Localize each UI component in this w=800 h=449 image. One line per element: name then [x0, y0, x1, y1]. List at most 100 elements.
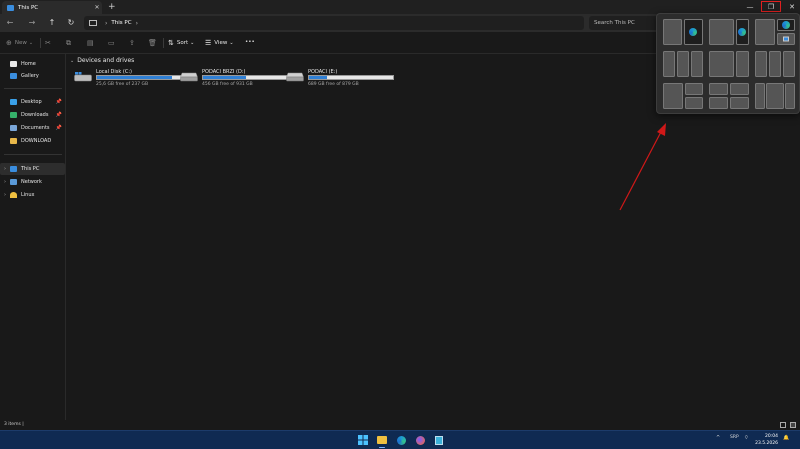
new-tab-button[interactable]: + — [108, 2, 116, 12]
plus-circle-icon: ⊕ — [6, 39, 12, 47]
delete-icon[interactable]: 🗑 — [148, 39, 160, 47]
snap-zone[interactable] — [768, 51, 782, 77]
share-icon[interactable]: ⇪ — [129, 39, 138, 47]
sidebar-item-gallery[interactable]: Gallery — [0, 70, 65, 82]
snap-zone[interactable] — [690, 51, 703, 77]
chevron-right-icon[interactable]: › — [0, 179, 10, 185]
snap-zone[interactable] — [663, 51, 676, 77]
chevron-down-icon: ⌄ — [190, 40, 195, 46]
sidebar-item-network[interactable]: › Network — [0, 176, 65, 188]
snap-zone[interactable] — [663, 19, 683, 45]
new-button[interactable]: ⊕ New ⌄ — [6, 39, 33, 47]
taskbar-notepad[interactable] — [433, 434, 445, 446]
minimize-button[interactable]: — — [740, 0, 760, 14]
tiles-view-icon[interactable] — [790, 422, 796, 428]
view-button[interactable]: ☰ View ⌄ — [205, 39, 234, 47]
language-indicator[interactable]: SRP — [730, 435, 739, 440]
snap-zone[interactable] — [709, 19, 734, 45]
start-button[interactable] — [357, 434, 369, 446]
snap-zone[interactable] — [766, 83, 784, 109]
chevron-right-icon[interactable]: › — [0, 166, 10, 172]
snap-zone[interactable] — [663, 83, 684, 109]
notifications-bell-icon[interactable]: 🔔 — [783, 435, 789, 441]
sidebar-item-desktop[interactable]: Desktop 📌 — [0, 96, 65, 108]
taskbar-edge[interactable] — [395, 434, 407, 446]
search-input[interactable]: Search This PC — [589, 16, 659, 30]
snap-zone[interactable] — [709, 83, 729, 96]
devices-section-header[interactable]: ⌄ Devices and drives — [70, 57, 134, 64]
tab-this-pc[interactable]: This PC ✕ — [2, 1, 102, 14]
drive-item[interactable]: PODACI (E:) 689 GB free of 879 GB — [286, 69, 396, 89]
snap-zone[interactable] — [735, 51, 749, 77]
snap-zone[interactable] — [776, 32, 795, 45]
chevron-right-icon[interactable]: › — [105, 20, 107, 27]
taskbar-firefox[interactable] — [414, 434, 426, 446]
snap-zone[interactable] — [709, 96, 729, 109]
snap-layout-quarters-vertical[interactable] — [755, 51, 795, 77]
snap-zone[interactable] — [709, 51, 734, 77]
chevron-right-icon[interactable]: › — [136, 20, 138, 27]
snap-zone[interactable] — [684, 83, 703, 96]
snap-zone[interactable] — [676, 51, 690, 77]
snap-layout-two-thirds[interactable] — [709, 19, 749, 45]
pc-icon — [7, 4, 14, 11]
new-label: New — [14, 40, 27, 46]
snap-zone-current[interactable] — [776, 19, 795, 32]
snap-zone-current[interactable] — [735, 19, 749, 45]
more-options-button[interactable]: ••• — [245, 39, 255, 45]
taskbar-file-explorer[interactable] — [376, 434, 388, 448]
copy-icon[interactable]: ⧉ — [66, 39, 74, 48]
snap-zone[interactable] — [755, 19, 776, 45]
paste-icon[interactable]: ▤ — [87, 39, 97, 47]
snap-zone[interactable] — [782, 51, 795, 77]
sidebar-item-download-folder[interactable]: DOWNLOAD — [0, 135, 65, 147]
snap-layout-grid[interactable] — [709, 83, 749, 109]
clock[interactable]: 20:04 23.5.2026 — [754, 433, 778, 447]
forward-arrow-icon[interactable]: → — [26, 17, 38, 29]
drive-usage-bar — [202, 75, 288, 80]
network-volume-icons[interactable]: ⌔ — [744, 435, 749, 441]
snap-layout-half-quarters[interactable] — [755, 19, 795, 45]
sidebar-item-documents[interactable]: Documents 📌 — [0, 122, 65, 134]
tray-overflow-chevron[interactable]: ^ — [716, 435, 720, 441]
snap-zone-current[interactable] — [683, 19, 703, 45]
snap-zone[interactable] — [729, 83, 749, 96]
chevron-right-icon[interactable]: › — [0, 192, 10, 198]
snap-zone[interactable] — [684, 96, 703, 109]
snap-zone[interactable] — [785, 83, 795, 109]
tab-close-icon[interactable]: ✕ — [92, 4, 102, 11]
back-arrow-icon[interactable]: ← — [4, 17, 16, 29]
status-bar: 3 items | — [0, 420, 800, 430]
snap-layout-half-stacked[interactable] — [663, 83, 703, 109]
sort-button[interactable]: ⇅ Sort ⌄ — [168, 39, 194, 47]
maximize-button[interactable]: ❐ — [761, 1, 781, 12]
sidebar-item-linux[interactable]: › Linux — [0, 189, 65, 201]
drive-item[interactable]: PODACI BRZI (D:) 456 GB free of 931 GB — [180, 69, 290, 89]
drive-usage-fill — [97, 76, 172, 79]
snap-zone[interactable] — [755, 51, 768, 77]
clock-time: 20:04 — [765, 434, 778, 439]
address-bar[interactable]: › This PC › — [84, 16, 584, 30]
rename-icon[interactable]: ▭ — [108, 39, 118, 47]
sidebar-item-home[interactable]: Home — [0, 58, 65, 70]
snap-layout-thirds[interactable] — [663, 51, 703, 77]
up-arrow-icon[interactable]: ↑ — [46, 17, 58, 29]
cut-icon[interactable]: ✂ — [45, 39, 54, 47]
snap-zone[interactable] — [729, 96, 749, 109]
snap-layout-four-columns[interactable] — [755, 83, 795, 109]
breadcrumb-this-pc[interactable]: This PC — [111, 20, 131, 26]
close-button[interactable]: ✕ — [782, 0, 800, 14]
drive-item[interactable]: Local Disk (C:) 25,6 GB free of 237 GB — [74, 69, 184, 89]
details-view-icon[interactable] — [780, 422, 786, 428]
sidebar-item-this-pc[interactable]: › This PC — [0, 163, 65, 175]
snap-layout-half-half[interactable] — [663, 19, 703, 45]
sidebar-item-downloads[interactable]: Downloads 📌 — [0, 109, 65, 121]
pc-icon — [10, 166, 17, 172]
refresh-icon[interactable]: ↻ — [65, 17, 77, 29]
snap-layout-wide-center[interactable] — [709, 51, 749, 77]
clock-date: 23.5.2026 — [755, 441, 778, 446]
pin-icon: 📌 — [55, 112, 62, 118]
snap-zone[interactable] — [755, 83, 765, 109]
divider — [4, 88, 62, 89]
network-icon — [10, 179, 17, 185]
